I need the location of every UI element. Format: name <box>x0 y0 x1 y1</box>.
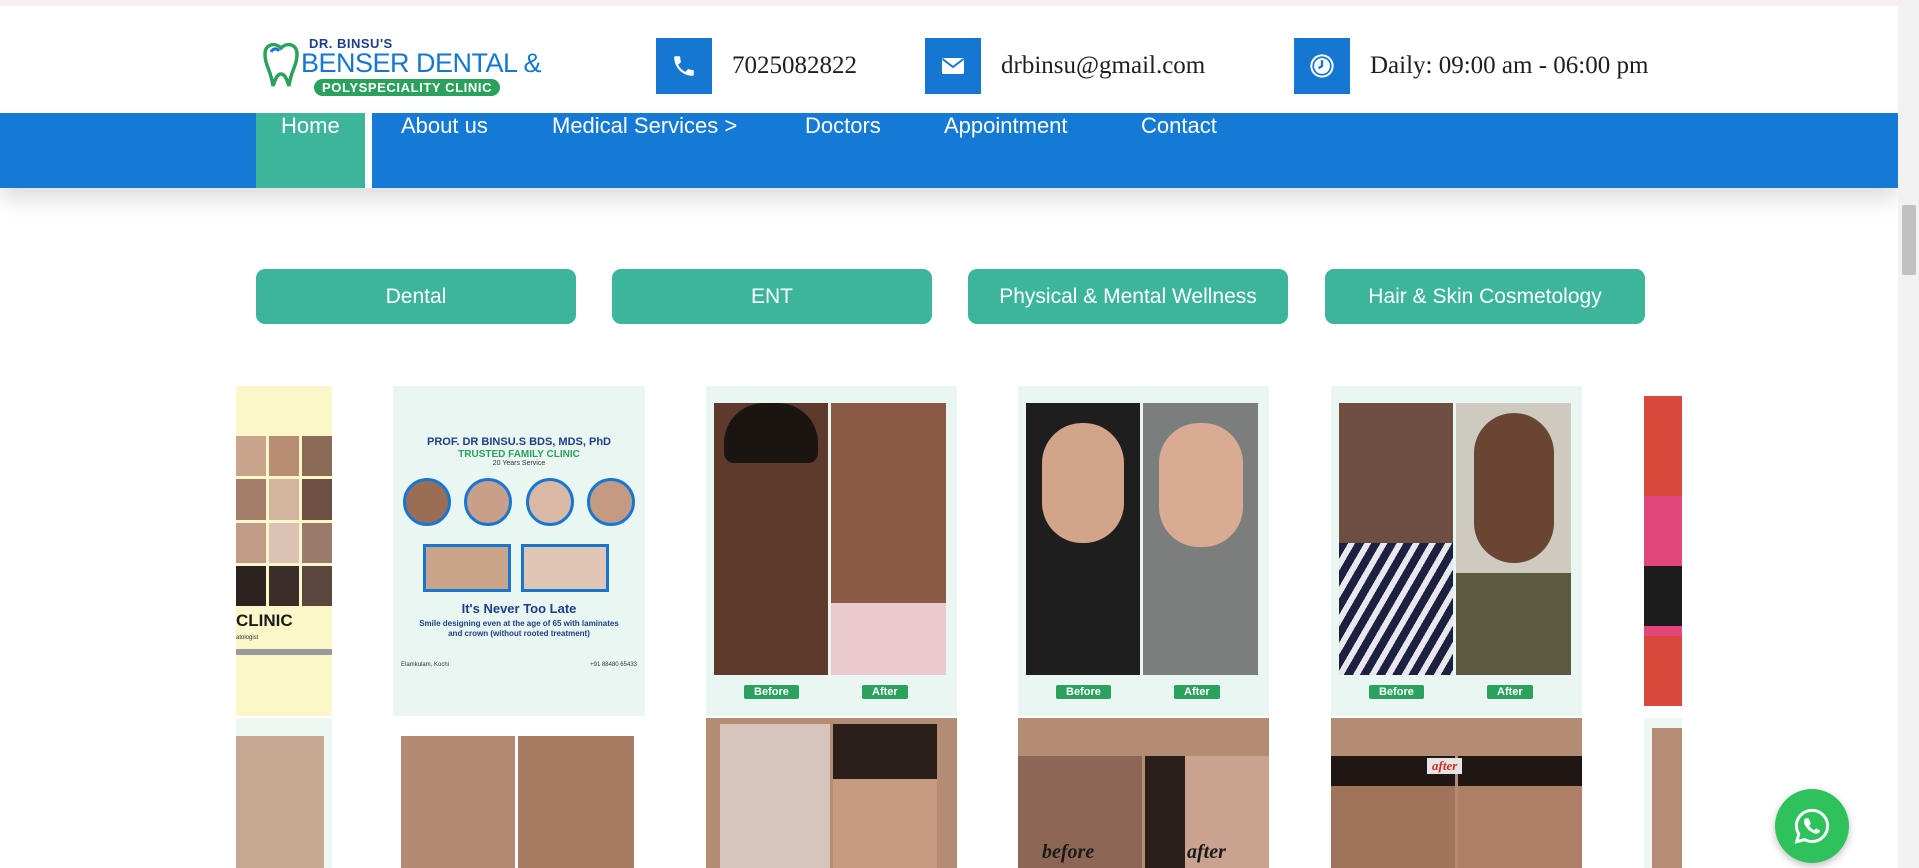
poster-phone: +91 88480 65433 <box>590 662 637 668</box>
phone-number: 7025082822 <box>732 52 857 79</box>
category-cosmetology-button[interactable]: Hair & Skin Cosmetology <box>1325 269 1645 324</box>
clinic-partial-label: CLINIC <box>236 611 293 630</box>
whatsapp-button[interactable] <box>1775 789 1849 863</box>
gallery-card-partial-right[interactable] <box>1644 396 1682 706</box>
clinic-partial-sub: atologist <box>236 635 259 641</box>
dental-before-after-3 <box>1339 403 1571 675</box>
gallery-card-skin-collage[interactable]: CLINIC atologist <box>236 386 332 716</box>
category-dental-button[interactable]: Dental <box>256 269 576 324</box>
after-photo <box>831 403 946 675</box>
gallery-card-dental-poster[interactable]: PROF. DR BINSU.S BDS, MDS, PhD TRUSTED F… <box>393 386 645 716</box>
smile-after-1 <box>464 478 513 526</box>
poster-body-2: and crown (without rooted treatment) <box>448 629 590 638</box>
smile-after-2 <box>586 478 635 526</box>
gallery-card-acne-result[interactable] <box>706 718 957 868</box>
whatsapp-icon <box>1794 808 1830 844</box>
before-photo <box>1339 403 1453 675</box>
poster-location: Elamkulam, Kochi <box>401 662 450 668</box>
acne-before-after <box>720 724 937 868</box>
main-nav: Home About us Medical Services > Doctors… <box>0 113 1898 188</box>
eyes-before-after <box>401 736 634 868</box>
scrollbar-thumb[interactable] <box>1902 205 1916 275</box>
nav-contact[interactable]: Contact <box>1141 113 1217 188</box>
gallery-card-dental-result-2[interactable]: Before After <box>1018 386 1269 716</box>
nav-medical-services[interactable]: Medical Services > <box>552 113 737 188</box>
after-red-label: after <box>1427 758 1463 774</box>
site-header: DR. BINSU'S BENSER DENTAL & POLYSPECIALI… <box>0 6 1898 113</box>
gallery-card-partial-bottom-right[interactable] <box>1644 718 1682 868</box>
skin-after-photo: after <box>1145 756 1269 868</box>
brand-logo[interactable]: DR. BINSU'S BENSER DENTAL & POLYSPECIALI… <box>259 34 542 100</box>
nav-about-us[interactable]: About us <box>401 113 488 188</box>
clock-icon <box>1294 38 1350 94</box>
before-badge: Before <box>744 685 799 699</box>
gallery-card-dental-result-3[interactable]: Before After <box>1331 386 1582 716</box>
dental-before-after-2 <box>1026 403 1258 675</box>
gallery-card-eyes[interactable] <box>393 718 645 868</box>
contact-email[interactable]: drbinsu@gmail.com <box>925 38 1205 94</box>
nav-home[interactable]: Home <box>256 113 372 188</box>
acne-after-photo <box>833 724 937 868</box>
after-script-label: after <box>1187 841 1226 863</box>
opening-hours: Daily: 09:00 am - 06:00 pm <box>1370 52 1649 79</box>
eyes-before-photo <box>401 736 515 868</box>
poster-title: PROF. DR BINSU.S BDS, MDS, PhD <box>427 436 611 448</box>
gallery-card-partial-bottom-1[interactable] <box>236 718 332 868</box>
poster-subtitle: TRUSTED FAMILY CLINIC <box>458 449 580 460</box>
results-gallery: CLINIC atologist PROF. DR BINSU.S BDS, M… <box>236 386 1682 868</box>
face-after-photo <box>1458 756 1582 868</box>
poster-body-1: Smile designing even at the age of 65 wi… <box>419 619 619 628</box>
skin-collage-grid <box>236 436 332 606</box>
gallery-card-face-result[interactable]: after <box>1331 718 1582 868</box>
poster-headline: It's Never Too Late <box>461 601 577 616</box>
before-script-label: before <box>1042 841 1095 863</box>
teeth-after-photo <box>521 544 609 592</box>
nav-appointment[interactable]: Appointment <box>944 113 1068 188</box>
after-badge: After <box>1487 685 1533 699</box>
category-wellness-button[interactable]: Physical & Mental Wellness <box>968 269 1288 324</box>
nav-doctors[interactable]: Doctors <box>805 113 881 188</box>
smile-before-2 <box>525 478 574 526</box>
before-badge: Before <box>1056 685 1111 699</box>
skin-before-photo: before <box>1018 756 1142 868</box>
brand-line-3: POLYSPECIALITY CLINIC <box>314 79 501 96</box>
smile-before-1 <box>403 478 451 526</box>
contact-hours: Daily: 09:00 am - 06:00 pm <box>1294 38 1648 94</box>
phone-icon <box>656 38 712 94</box>
skin-before-after: before after <box>1018 756 1269 868</box>
page-scrollbar[interactable] <box>1898 0 1919 868</box>
divider <box>236 649 332 655</box>
before-photo <box>1026 403 1140 675</box>
teeth-before-photo <box>423 544 511 592</box>
before-photo <box>714 403 828 675</box>
acne-before-photo <box>720 724 830 868</box>
after-photo <box>1456 403 1571 675</box>
gallery-card-skin-result[interactable]: before after <box>1018 718 1269 868</box>
gallery-card-dental-result-1[interactable]: Before After <box>706 386 957 716</box>
brand-line-2: BENSER DENTAL & <box>301 48 542 78</box>
contact-phone[interactable]: 7025082822 <box>656 38 857 94</box>
poster-smile-row <box>403 478 635 526</box>
after-photo <box>1143 403 1258 675</box>
category-ent-button[interactable]: ENT <box>612 269 932 324</box>
email-icon <box>925 38 981 94</box>
dental-before-after-1 <box>714 403 946 675</box>
before-badge: Before <box>1369 685 1424 699</box>
email-address: drbinsu@gmail.com <box>1001 52 1206 79</box>
poster-years: 20 Years Service <box>492 460 546 467</box>
after-badge: After <box>1174 685 1220 699</box>
tooth-logo-icon <box>263 42 299 87</box>
eyes-after-photo <box>518 736 634 868</box>
after-badge: After <box>862 685 908 699</box>
face-photo <box>236 736 324 868</box>
